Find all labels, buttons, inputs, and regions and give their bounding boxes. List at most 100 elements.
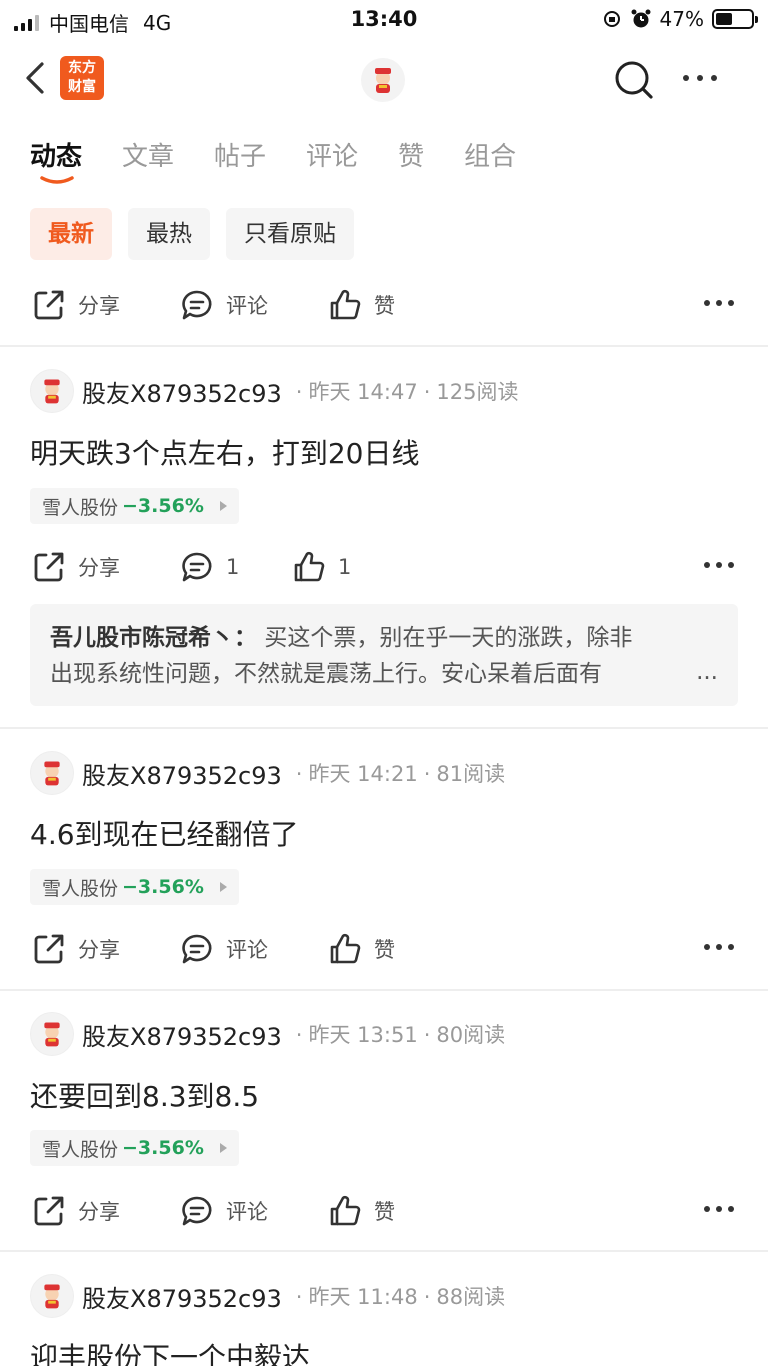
reply-author[interactable]: 吾儿股市陈冠希丶： (50, 625, 257, 651)
post-header: 股友X879352c93 · 昨天 13:51 · 80阅读 (30, 1011, 505, 1057)
stock-tag[interactable]: 雪人股份 −3.56% (30, 488, 239, 524)
app-logo[interactable]: 东方 财富 (60, 56, 104, 100)
more-options-icon[interactable] (680, 60, 720, 96)
author-name[interactable]: 股友X879352c93 (82, 374, 282, 409)
comment-icon (182, 552, 212, 582)
like-button[interactable]: 赞 (328, 288, 395, 322)
back-icon[interactable] (22, 60, 52, 96)
tab-zan[interactable]: 赞 (398, 136, 424, 188)
nav-bar: 东方 财富 (0, 46, 768, 110)
arrow-right-icon (219, 882, 227, 892)
tab-tiezi[interactable]: 帖子 (214, 136, 266, 188)
comment-button[interactable]: 评论 (180, 288, 268, 322)
battery-level (716, 13, 732, 25)
profile-avatar[interactable] (361, 58, 405, 102)
like-button[interactable]: 赞 (328, 1194, 395, 1228)
tab-zuhe[interactable]: 组合 (464, 136, 516, 188)
share-label: 分享 (78, 556, 120, 580)
post-time: 昨天 13:51 (308, 1023, 418, 1047)
stock-change: −3.56% (122, 876, 204, 898)
tab-label: 动态 (30, 142, 83, 172)
thumbs-up-icon (330, 933, 361, 964)
post-content[interactable]: 还要回到8.3到8.5 (30, 1075, 259, 1115)
share-icon (34, 290, 64, 320)
comment-button[interactable]: 评论 (180, 932, 268, 966)
rotation-lock-icon (603, 11, 620, 27)
alarm-icon (631, 9, 651, 28)
comment-icon (182, 1196, 212, 1226)
tab-dongtai[interactable]: 动态 (30, 136, 82, 188)
avatar[interactable] (30, 1012, 74, 1056)
post-header: 股友X879352c93 · 昨天 11:48 · 88阅读 (30, 1273, 505, 1319)
like-button[interactable]: 赞 (328, 932, 395, 966)
filter-latest[interactable]: 最新 (30, 208, 112, 260)
post-content[interactable]: 明天跌3个点左右，打到20日线 (30, 432, 419, 472)
stock-tag[interactable]: 雪人股份 −3.56% (30, 1130, 239, 1166)
thumbs-up-icon (330, 289, 361, 320)
post-time: 昨天 11:48 (308, 1285, 418, 1309)
share-button[interactable]: 分享 (32, 550, 120, 584)
share-button[interactable]: 分享 (32, 288, 120, 322)
stock-change: −3.56% (122, 495, 204, 517)
share-icon (34, 552, 64, 582)
stock-name: 雪人股份 (42, 1138, 119, 1161)
post-reads: 80阅读 (436, 1023, 506, 1047)
arrow-right-icon (219, 501, 227, 511)
caishen-avatar-icon (44, 1284, 60, 1309)
more-icon[interactable] (704, 300, 734, 306)
post-content[interactable]: 迎丰股份下一个中毅达 (30, 1336, 310, 1366)
post-content[interactable]: 4.6到现在已经翻倍了 (30, 813, 299, 853)
post-meta: · 昨天 14:47 · 125阅读 (295, 380, 519, 404)
stock-name: 雪人股份 (42, 496, 119, 519)
comment-button[interactable]: 1 (180, 550, 239, 584)
avatar[interactable] (30, 369, 74, 413)
comment-label: 评论 (226, 938, 268, 962)
post-action-bar: 分享 评论 赞 (0, 1180, 768, 1240)
filter-original-only[interactable]: 只看原贴 (226, 208, 354, 260)
filter-hottest[interactable]: 最热 (128, 208, 210, 260)
post-reads: 125阅读 (436, 380, 519, 404)
avatar[interactable] (30, 1274, 74, 1318)
more-icon[interactable] (704, 1206, 734, 1212)
post-meta: · 昨天 14:21 · 81阅读 (295, 762, 506, 786)
divider (0, 727, 768, 729)
tab-pinglun[interactable]: 评论 (306, 136, 358, 188)
more-icon[interactable] (704, 562, 734, 568)
battery-icon (712, 9, 758, 29)
post-time: 昨天 14:47 (308, 380, 418, 404)
share-label: 分享 (78, 1200, 120, 1224)
reply-text-2: 出现系统性问题，不然就是震荡上行。安心呆着后面有 (50, 661, 602, 687)
share-label: 分享 (78, 938, 120, 962)
reply-text-1: 买这个票，别在乎一天的涨跌，除非 (264, 625, 633, 651)
avatar[interactable] (30, 751, 74, 795)
logo-text-1: 东方 (68, 60, 96, 76)
caishen-avatar-icon (44, 1022, 60, 1047)
divider (0, 345, 768, 347)
profile-action-bar: 分享 评论 赞 (0, 274, 768, 334)
divider (0, 989, 768, 991)
search-icon[interactable] (612, 58, 656, 102)
tab-wenzhang[interactable]: 文章 (122, 136, 174, 188)
post-meta: · 昨天 13:51 · 80阅读 (295, 1023, 506, 1047)
post-meta: · 昨天 11:48 · 88阅读 (295, 1285, 506, 1309)
comment-button[interactable]: 评论 (180, 1194, 268, 1228)
author-name[interactable]: 股友X879352c93 (82, 1279, 282, 1314)
share-icon (34, 1196, 64, 1226)
stock-tag[interactable]: 雪人股份 −3.56% (30, 869, 239, 905)
caishen-avatar-icon (44, 761, 60, 786)
post-time: 昨天 14:21 (308, 762, 418, 786)
like-label: 赞 (374, 1200, 395, 1224)
stock-change: −3.56% (122, 1137, 204, 1159)
share-button[interactable]: 分享 (32, 932, 120, 966)
like-button[interactable]: 1 (292, 550, 351, 584)
more-icon[interactable] (704, 944, 734, 950)
battery-percent: 47% (659, 7, 704, 31)
share-button[interactable]: 分享 (32, 1194, 120, 1228)
stock-name: 雪人股份 (42, 877, 119, 900)
active-tab-indicator (40, 176, 74, 184)
author-name[interactable]: 股友X879352c93 (82, 1017, 282, 1052)
share-icon (34, 934, 64, 964)
reply-preview[interactable]: 吾儿股市陈冠希丶： 买这个票，别在乎一天的涨跌，除非 出现系统性问题，不然就是震… (30, 604, 738, 706)
caishen-avatar-icon (375, 68, 391, 93)
author-name[interactable]: 股友X879352c93 (82, 756, 282, 791)
